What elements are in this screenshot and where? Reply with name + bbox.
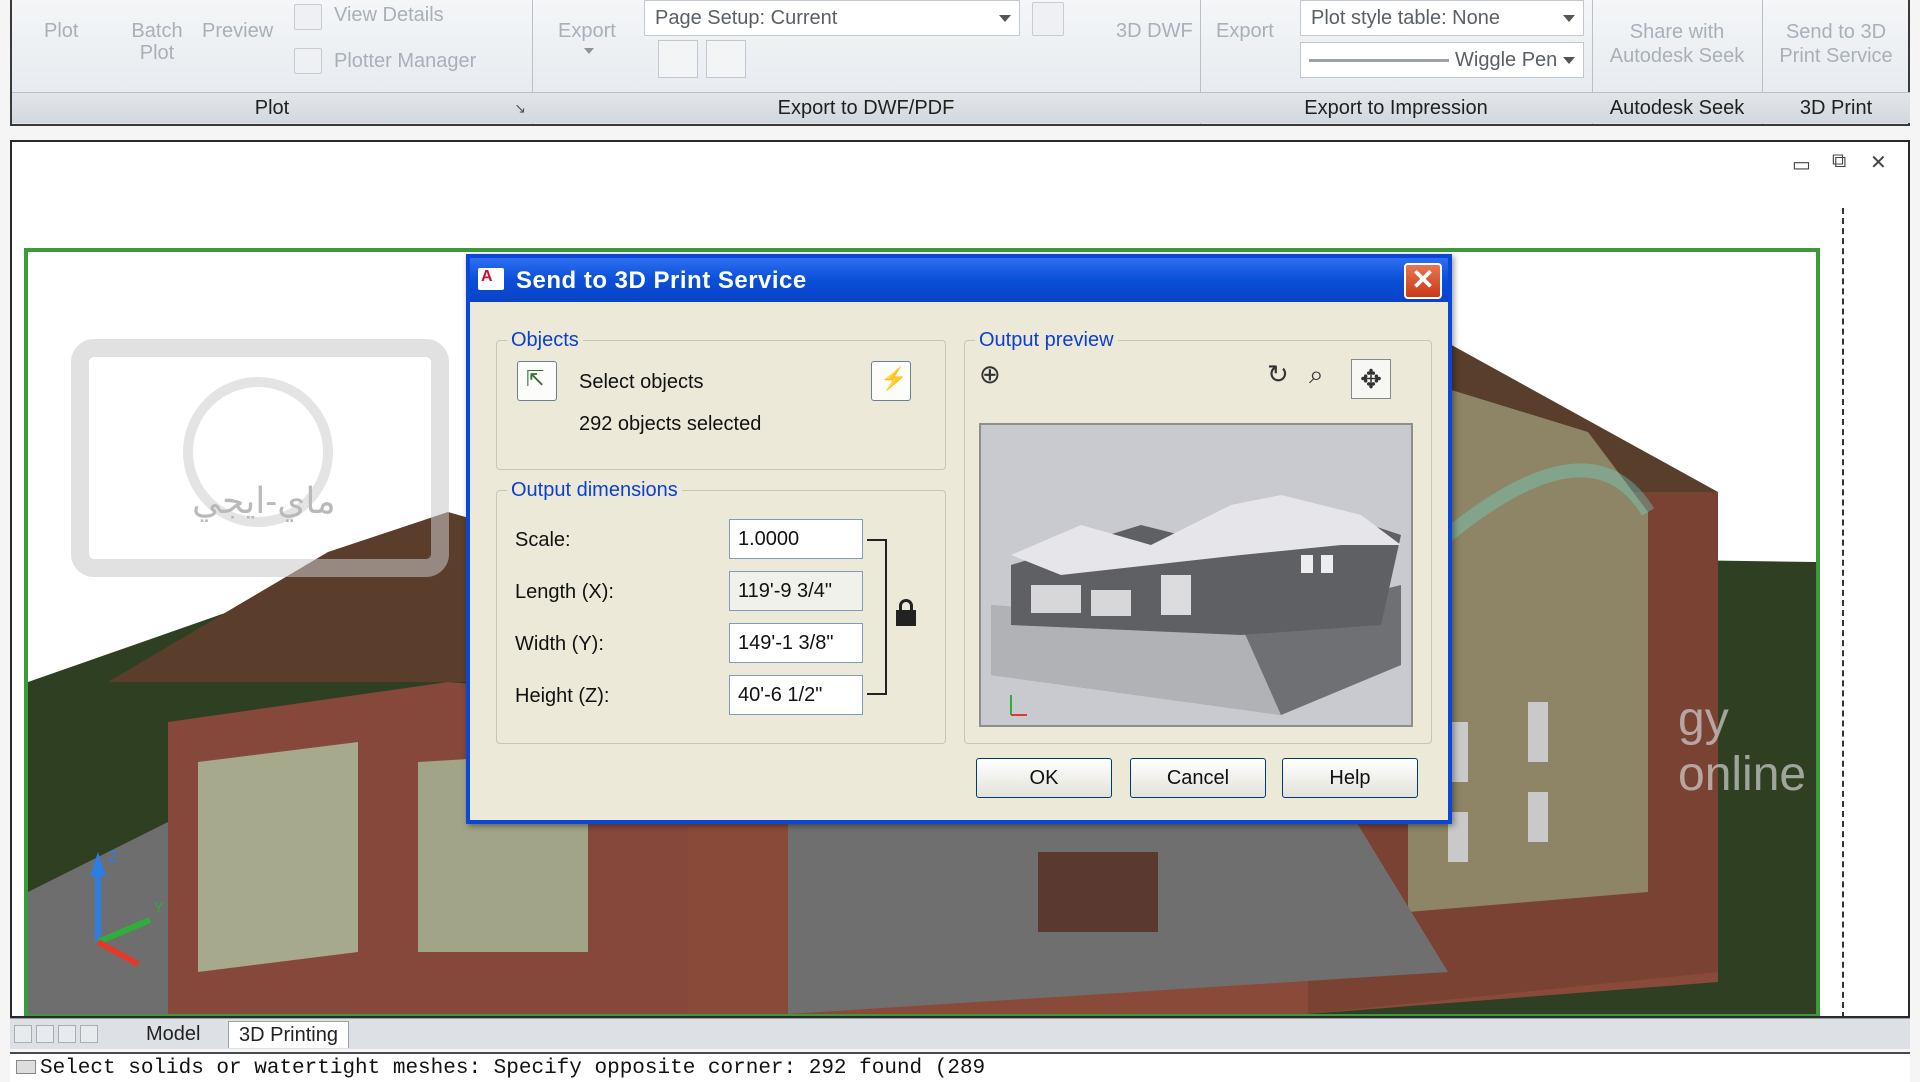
autocad-logo-icon: A (478, 268, 504, 290)
preview-legend: Output preview (975, 329, 1118, 352)
minimize-icon[interactable]: ▭ (1792, 152, 1811, 177)
lock-icon[interactable] (895, 599, 917, 627)
chevron-down-icon (1563, 57, 1575, 64)
height-field[interactable]: 40'-6 1/2" (729, 675, 863, 715)
close-button[interactable]: ✕ (1404, 263, 1442, 299)
plot-style-combo[interactable]: Plot style table: None (1300, 0, 1584, 36)
watermark-text: ماي-ايجي (192, 480, 336, 521)
width-field[interactable]: 149'-1 3/8" (729, 623, 863, 663)
batch-plot-button[interactable]: Batch Plot (122, 20, 192, 64)
objects-group: Objects ⇱ Select objects 292 objects sel… (496, 329, 946, 470)
tab-3d-printing[interactable]: 3D Printing (228, 1021, 349, 1048)
dashed-boundary (1842, 208, 1844, 1016)
export-dwf-panel-title: Export to DWF/PDF (532, 92, 1200, 123)
quick-select-icon: ⚡ (880, 366, 908, 391)
select-cursor-icon: ⇱ (526, 366, 545, 391)
zoom-icon[interactable]: ⌕ (1309, 359, 1343, 393)
export-impression-panel-title: Export to Impression (1200, 92, 1592, 123)
3d-dwf-button[interactable]: 3D DWF (1116, 20, 1193, 43)
svg-text:Z: Z (108, 849, 118, 866)
scale-label: Scale: (515, 529, 571, 551)
close-viewport-icon[interactable]: ✕ (1870, 150, 1887, 175)
plotter-manager-button[interactable]: Plotter Manager (334, 50, 476, 73)
select-objects-button[interactable]: ⇱ (517, 361, 557, 401)
command-line[interactable]: Select solids or watertight meshes: Spec… (10, 1052, 1910, 1082)
output-dimensions-group: Output dimensions Scale: 1.0000 Length (… (496, 479, 946, 744)
plot-panel-title[interactable]: Plot ↘ (12, 92, 532, 123)
first-tab-icon[interactable] (14, 1025, 32, 1043)
panel-launcher-icon[interactable]: ↘ (514, 93, 526, 123)
layout-tab-bar: Model 3D Printing (10, 1018, 1910, 1049)
dimensions-legend: Output dimensions (507, 479, 682, 502)
wiggle-line-icon (1309, 59, 1449, 62)
scale-field[interactable]: 1.0000 (729, 519, 863, 559)
page-setup-manager-icon[interactable] (1032, 2, 1064, 36)
wiggle-pen-value: Wiggle Pen (1455, 49, 1558, 71)
height-label: Height (Z): (515, 685, 610, 707)
share-with-seek-button[interactable]: Share with Autodesk Seek (1592, 20, 1762, 68)
export-impression-button[interactable]: Export (1216, 20, 1274, 43)
help-button[interactable]: Help (1282, 758, 1418, 798)
cancel-button[interactable]: Cancel (1130, 758, 1266, 798)
send-to-3d-print-button[interactable]: Send to 3D Print Service (1762, 20, 1910, 68)
last-tab-icon[interactable] (80, 1025, 98, 1043)
export-dwf-button[interactable]: Export (558, 20, 616, 43)
page-setup-value: Page Setup: Current (655, 7, 838, 29)
3d-print-panel-title: 3D Print (1762, 92, 1910, 123)
dialog-title: Send to 3D Print Service (516, 267, 807, 294)
select-objects-label: Select objects (579, 371, 704, 393)
chevron-down-icon (1563, 15, 1575, 22)
chevron-down-icon (999, 15, 1011, 22)
length-field[interactable]: 119'-9 3/4" (729, 571, 863, 611)
quick-select-button[interactable]: ⚡ (871, 361, 911, 401)
page-setup-edit-icon[interactable] (706, 40, 746, 78)
prev-tab-icon[interactable] (36, 1025, 54, 1043)
svg-text:Y: Y (154, 899, 164, 915)
objects-legend: Objects (507, 329, 583, 352)
orbit-icon[interactable]: ↻ (1267, 359, 1301, 393)
length-label: Length (X): (515, 581, 614, 603)
3d-print-panel: Send to 3D Print Service 3D Print (1762, 0, 1910, 124)
restore-icon[interactable]: ⧉ (1832, 150, 1846, 173)
preview-model (991, 495, 1401, 716)
dimension-link-bracket (867, 539, 887, 695)
view-details-button[interactable]: View Details (334, 4, 444, 27)
ribbon: Plot Batch Plot Preview View Details Plo… (10, 0, 1910, 126)
send-to-3d-print-dialog: A Send to 3D Print Service ✕ Objects ⇱ S… (466, 254, 1452, 824)
command-grip-icon[interactable] (16, 1060, 36, 1074)
preview-canvas[interactable] (979, 423, 1413, 727)
view-details-icon (294, 4, 322, 30)
selected-count: 292 objects selected (579, 413, 762, 435)
plot-button[interactable]: Plot (44, 20, 78, 43)
plot-panel: Plot Batch Plot Preview View Details Plo… (12, 0, 533, 124)
output-preview-group: Output preview ⊕ ↻ ⌕ ✥ (964, 329, 1432, 744)
zoom-extents-icon[interactable]: ⊕ (979, 359, 1013, 393)
dialog-titlebar[interactable]: A Send to 3D Print Service ✕ (470, 258, 1448, 302)
plot-style-value: Plot style table: None (1311, 7, 1500, 29)
next-tab-icon[interactable] (58, 1025, 76, 1043)
page-setup-combo[interactable]: Page Setup: Current (644, 0, 1020, 36)
pan-icon[interactable]: ✥ (1351, 359, 1391, 399)
width-label: Width (Y): (515, 633, 604, 655)
export-dropdown-icon[interactable] (584, 48, 594, 54)
export-impression-panel: Export Plot style table: None Wiggle Pen… (1200, 0, 1593, 124)
export-dwf-panel: Export Page Setup: Current 3D DWF Export… (532, 0, 1201, 124)
plot-panel-label: Plot (254, 97, 290, 119)
close-icon: ✕ (1411, 264, 1435, 295)
autodesk-seek-panel: Share with Autodesk Seek Autodesk Seek (1592, 0, 1763, 124)
autodesk-seek-panel-title: Autodesk Seek (1592, 92, 1762, 123)
wiggle-pen-combo[interactable]: Wiggle Pen (1300, 42, 1584, 78)
plotter-manager-icon (294, 48, 322, 74)
ok-button[interactable]: OK (976, 758, 1112, 798)
tab-model[interactable]: Model (136, 1021, 210, 1047)
watermark-latin: gy online (1678, 693, 1807, 801)
command-line-text: Select solids or watertight meshes: Spec… (40, 1057, 986, 1080)
preview-page-icon[interactable] (658, 40, 698, 78)
preview-button[interactable]: Preview (202, 20, 273, 43)
